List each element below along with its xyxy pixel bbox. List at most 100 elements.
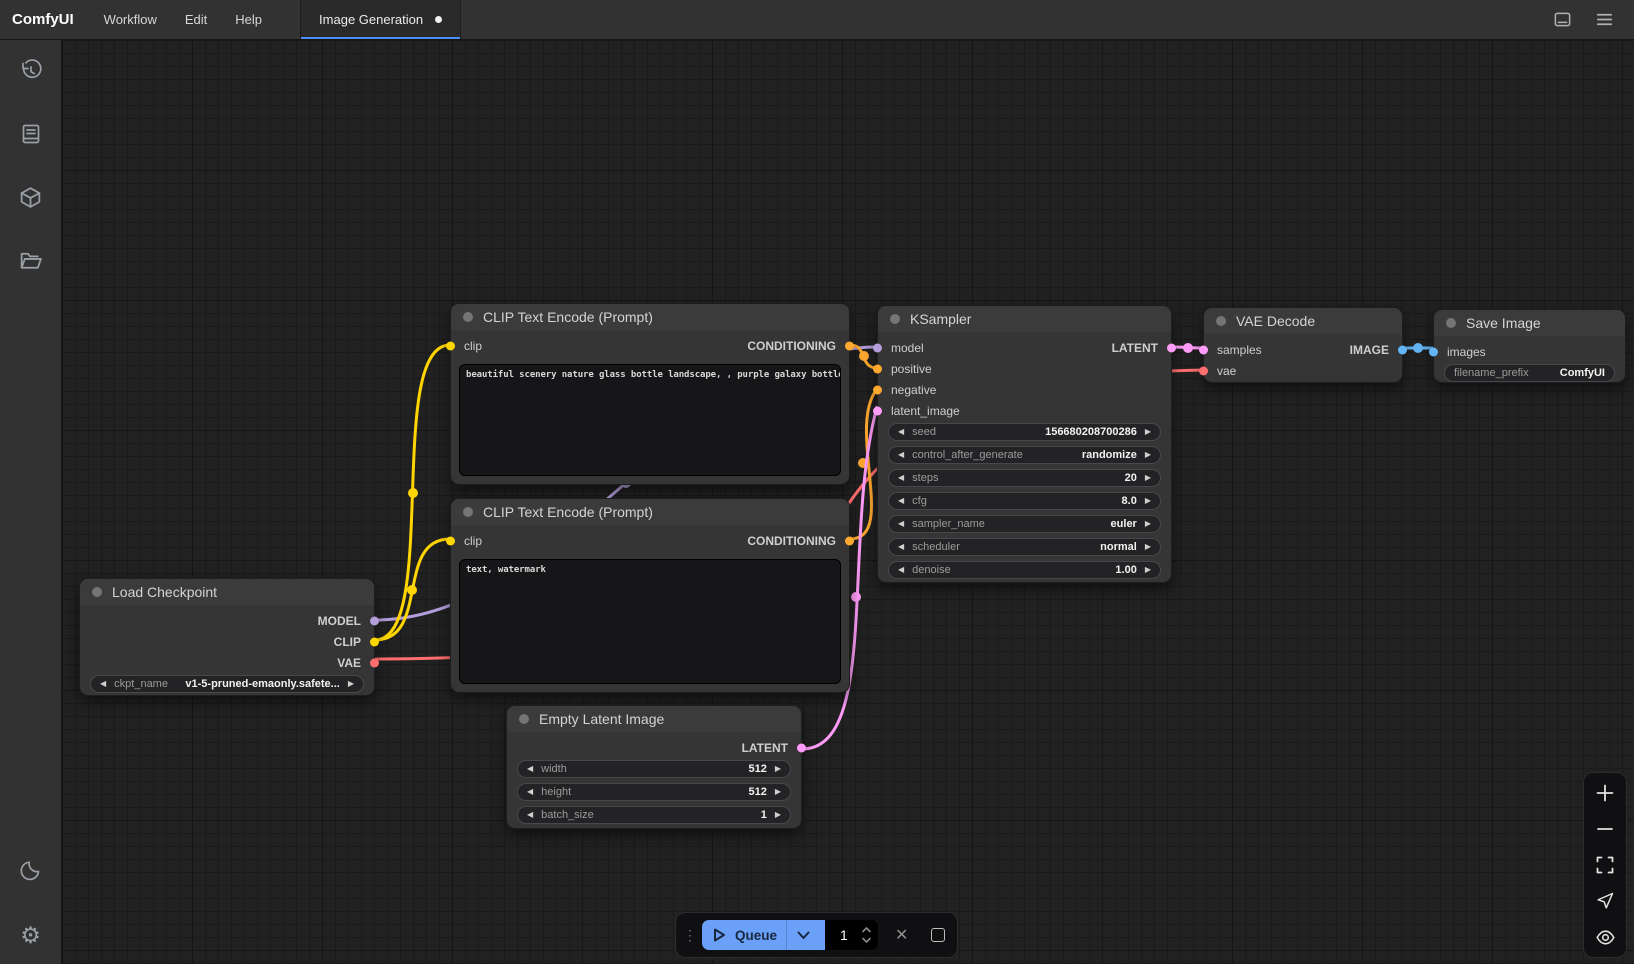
clear-queue-icon[interactable]: ✕	[895, 925, 908, 945]
widget-denoise[interactable]: ◀denoise1.00▶	[888, 561, 1161, 579]
vae-input-slot[interactable]	[1199, 367, 1208, 376]
latent_image-input-slot[interactable]	[873, 407, 882, 416]
LATENT-output-slot[interactable]	[797, 744, 806, 753]
widget-decrement-arrow[interactable]: ◀	[898, 566, 904, 574]
model-input-slot[interactable]	[873, 344, 882, 353]
node-collapse-dot[interactable]	[92, 587, 102, 597]
node-titlebar[interactable]: Load Checkpoint	[80, 579, 374, 605]
widget-increment-arrow[interactable]: ▶	[1145, 451, 1151, 459]
widget-increment-arrow[interactable]: ▶	[1145, 543, 1151, 551]
node-titlebar[interactable]: CLIP Text Encode (Prompt)	[451, 304, 849, 330]
prompt-textarea[interactable]: text, watermark	[459, 559, 841, 684]
queue-button[interactable]: Queue	[702, 920, 825, 950]
samples-input-slot[interactable]	[1199, 346, 1208, 355]
negative-input-slot[interactable]	[873, 386, 882, 395]
widget-batch_size[interactable]: ◀batch_size1▶	[517, 806, 791, 824]
widget-decrement-arrow[interactable]: ◀	[898, 543, 904, 551]
node-empty-latent-image[interactable]: Empty Latent ImageLATENT◀width512▶◀heigh…	[506, 705, 802, 829]
widget-decrement-arrow[interactable]: ◀	[898, 497, 904, 505]
comfyui-logo[interactable]: ComfyUI	[0, 11, 90, 28]
node-collapse-dot[interactable]	[463, 507, 473, 517]
node-collapse-dot[interactable]	[1216, 316, 1226, 326]
widget-decrement-arrow[interactable]: ◀	[527, 811, 533, 819]
node-titlebar[interactable]: KSampler	[878, 306, 1171, 332]
fit-view-icon[interactable]	[1594, 854, 1616, 876]
widget-increment-arrow[interactable]: ▶	[1145, 497, 1151, 505]
node-titlebar[interactable]: VAE Decode	[1204, 308, 1402, 334]
node-collapse-dot[interactable]	[1446, 318, 1456, 328]
VAE-output-slot[interactable]	[370, 659, 379, 668]
widget-increment-arrow[interactable]: ▶	[775, 765, 781, 773]
positive-input-slot[interactable]	[873, 365, 882, 374]
MODEL-output-slot[interactable]	[370, 617, 379, 626]
widget-decrement-arrow[interactable]: ◀	[527, 788, 533, 796]
tab-image-generation[interactable]: Image Generation	[300, 0, 461, 39]
node-collapse-dot[interactable]	[463, 312, 473, 322]
images-input-slot[interactable]	[1429, 348, 1438, 357]
zoom-out-icon[interactable]	[1594, 818, 1616, 840]
batch-count-steppers[interactable]	[862, 927, 871, 943]
menu-help[interactable]: Help	[221, 0, 276, 39]
menu-edit[interactable]: Edit	[171, 0, 221, 39]
widget-seed[interactable]: ◀seed156680208700286▶	[888, 423, 1161, 441]
widget-sampler_name[interactable]: ◀sampler_nameeuler▶	[888, 515, 1161, 533]
widget-ckpt_name[interactable]: ◀ckpt_namev1-5-pruned-emaonly.safete...▶	[90, 675, 364, 693]
CLIP-output-slot[interactable]	[370, 638, 379, 647]
widget-increment-arrow[interactable]: ▶	[1145, 566, 1151, 574]
LATENT-output-slot[interactable]	[1167, 344, 1176, 353]
node-collapse-dot[interactable]	[519, 714, 529, 724]
node-titlebar[interactable]: Empty Latent Image	[507, 706, 801, 732]
widget-increment-arrow[interactable]: ▶	[775, 788, 781, 796]
clip-input-slot[interactable]	[446, 342, 455, 351]
CONDITIONING-output-slot[interactable]	[845, 342, 854, 351]
zoom-in-icon[interactable]	[1594, 782, 1616, 804]
widget-decrement-arrow[interactable]: ◀	[898, 451, 904, 459]
widget-decrement-arrow[interactable]: ◀	[898, 520, 904, 528]
widget-cfg[interactable]: ◀cfg8.0▶	[888, 492, 1161, 510]
node-save-image[interactable]: Save Imageimagesfilename_prefixComfyUI	[1433, 309, 1626, 383]
widget-height[interactable]: ◀height512▶	[517, 783, 791, 801]
workflow-history-icon[interactable]	[18, 58, 44, 84]
queue-log-icon[interactable]	[18, 121, 44, 147]
menu-workflow[interactable]: Workflow	[90, 0, 171, 39]
node-load-checkpoint[interactable]: Load CheckpointMODELCLIPVAE◀ckpt_namev1-…	[79, 578, 375, 696]
bottom-panel-icon[interactable]	[1552, 10, 1572, 30]
toggle-link-visibility-icon[interactable]	[1594, 926, 1616, 948]
widget-decrement-arrow[interactable]: ◀	[527, 765, 533, 773]
menu-icon[interactable]	[1594, 10, 1614, 30]
node-clip-text-encode-negative[interactable]: CLIP Text Encode (Prompt)clipCONDITIONIN…	[450, 498, 850, 693]
unsaved-indicator-dot[interactable]	[435, 16, 442, 23]
node-collapse-dot[interactable]	[890, 314, 900, 324]
widget-increment-arrow[interactable]: ▶	[775, 811, 781, 819]
widget-decrement-arrow[interactable]: ◀	[898, 428, 904, 436]
batch-count-input[interactable]: 1	[825, 920, 878, 950]
select-mode-icon[interactable]	[1594, 890, 1616, 912]
stop-icon[interactable]	[931, 928, 945, 942]
model-library-icon[interactable]	[18, 184, 44, 210]
widget-steps[interactable]: ◀steps20▶	[888, 469, 1161, 487]
toolbar-drag-handle[interactable]: ⋮	[683, 930, 691, 940]
node-clip-text-encode-positive[interactable]: CLIP Text Encode (Prompt)clipCONDITIONIN…	[450, 303, 850, 485]
widget-increment-arrow[interactable]: ▶	[1145, 474, 1151, 482]
theme-toggle-moon-icon[interactable]	[18, 857, 44, 883]
widget-control_after_generate[interactable]: ◀control_after_generaterandomize▶	[888, 446, 1161, 464]
widget-increment-arrow[interactable]: ▶	[1145, 428, 1151, 436]
widget-decrement-arrow[interactable]: ◀	[100, 680, 106, 688]
workflows-folder-icon[interactable]	[18, 247, 44, 273]
widget-increment-arrow[interactable]: ▶	[1145, 520, 1151, 528]
queue-options-chevron-icon[interactable]	[786, 920, 814, 950]
node-titlebar[interactable]: CLIP Text Encode (Prompt)	[451, 499, 849, 525]
node-ksampler[interactable]: KSamplermodelLATENTpositivenegativelaten…	[877, 305, 1172, 583]
widget-scheduler[interactable]: ◀schedulernormal▶	[888, 538, 1161, 556]
CONDITIONING-output-slot[interactable]	[845, 537, 854, 546]
clip-input-slot[interactable]	[446, 537, 455, 546]
settings-gear-icon[interactable]: ⚙	[18, 922, 44, 948]
widget-width[interactable]: ◀width512▶	[517, 760, 791, 778]
node-vae-decode[interactable]: VAE DecodesamplesIMAGEvae	[1203, 307, 1403, 383]
prompt-textarea[interactable]: beautiful scenery nature glass bottle la…	[459, 364, 841, 476]
widget-filename_prefix[interactable]: filename_prefixComfyUI	[1444, 364, 1615, 382]
node-titlebar[interactable]: Save Image	[1434, 310, 1625, 336]
IMAGE-output-slot[interactable]	[1398, 346, 1407, 355]
widget-decrement-arrow[interactable]: ◀	[898, 474, 904, 482]
widget-increment-arrow[interactable]: ▶	[348, 680, 354, 688]
